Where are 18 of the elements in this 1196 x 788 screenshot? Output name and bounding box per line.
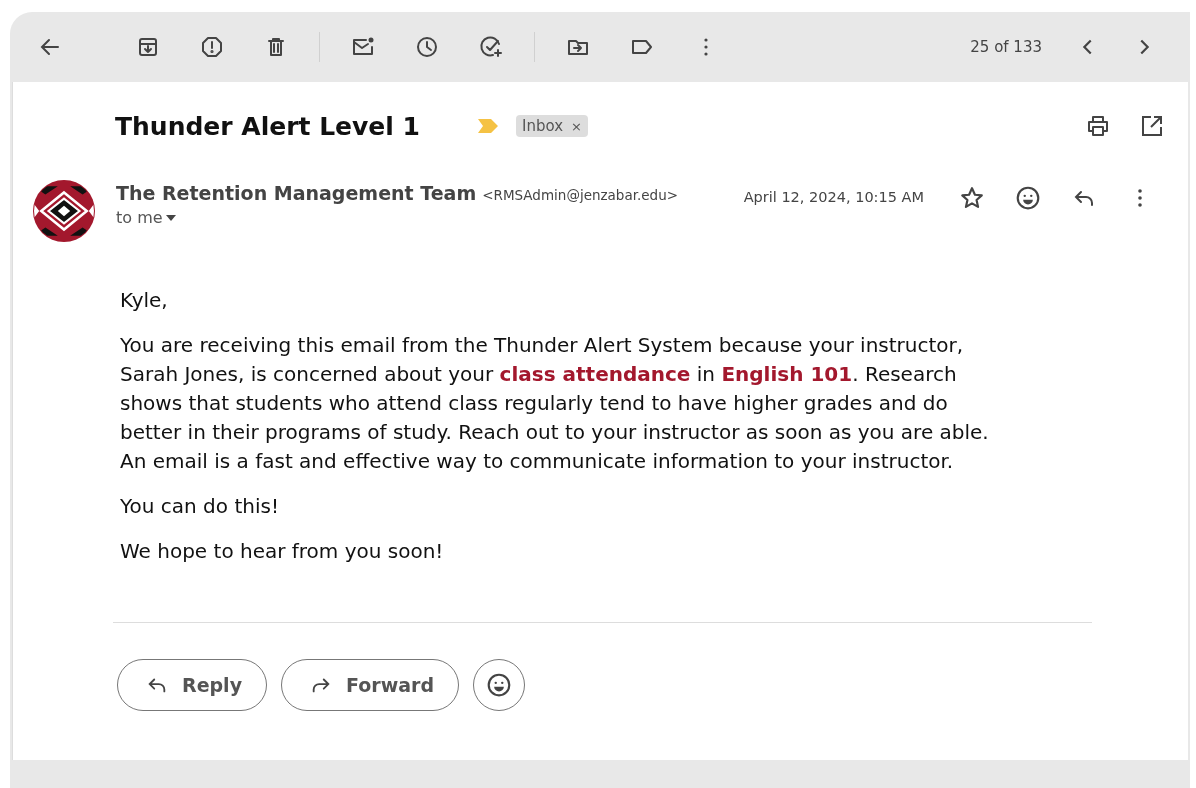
emoji-icon	[486, 672, 512, 698]
email-subject: Thunder Alert Level 1	[115, 111, 420, 141]
recipient-dropdown[interactable]: to me	[116, 208, 176, 227]
email-date: April 12, 2024, 10:15 AM	[743, 189, 924, 205]
message-counter: 25 of 133	[970, 38, 1042, 56]
body-paragraph: We hope to hear from you soon!	[120, 538, 445, 565]
caret-icon	[165, 214, 176, 221]
label-name: Inbox	[522, 117, 564, 135]
remove-label-button[interactable]: ×	[571, 118, 582, 134]
sender-email: <RMSAdmin@jenzabar.edu>	[482, 187, 679, 203]
body-paragraph: You can do this!	[120, 493, 280, 520]
emoji-icon	[1015, 185, 1041, 211]
label-chip[interactable]: Inbox ×	[516, 115, 588, 137]
body-paragraph: Kyle,	[120, 287, 169, 314]
sender-avatar-icon	[33, 180, 95, 242]
body-paragraph: You are receiving this email from the Thunder Alert System because your instructor, Sarah Jones, is concerned about your class attendance in English 101. Research shows that students who attend class regularly tend to have higher grades and do better in their programs of study. Reach out to your instructor as soon as you are able. An email is a fast and effective way to communicate information to your instructor.	[120, 332, 990, 475]
importance-marker-icon[interactable]	[478, 119, 498, 133]
sender-name: The Retention Management Team	[116, 182, 477, 204]
